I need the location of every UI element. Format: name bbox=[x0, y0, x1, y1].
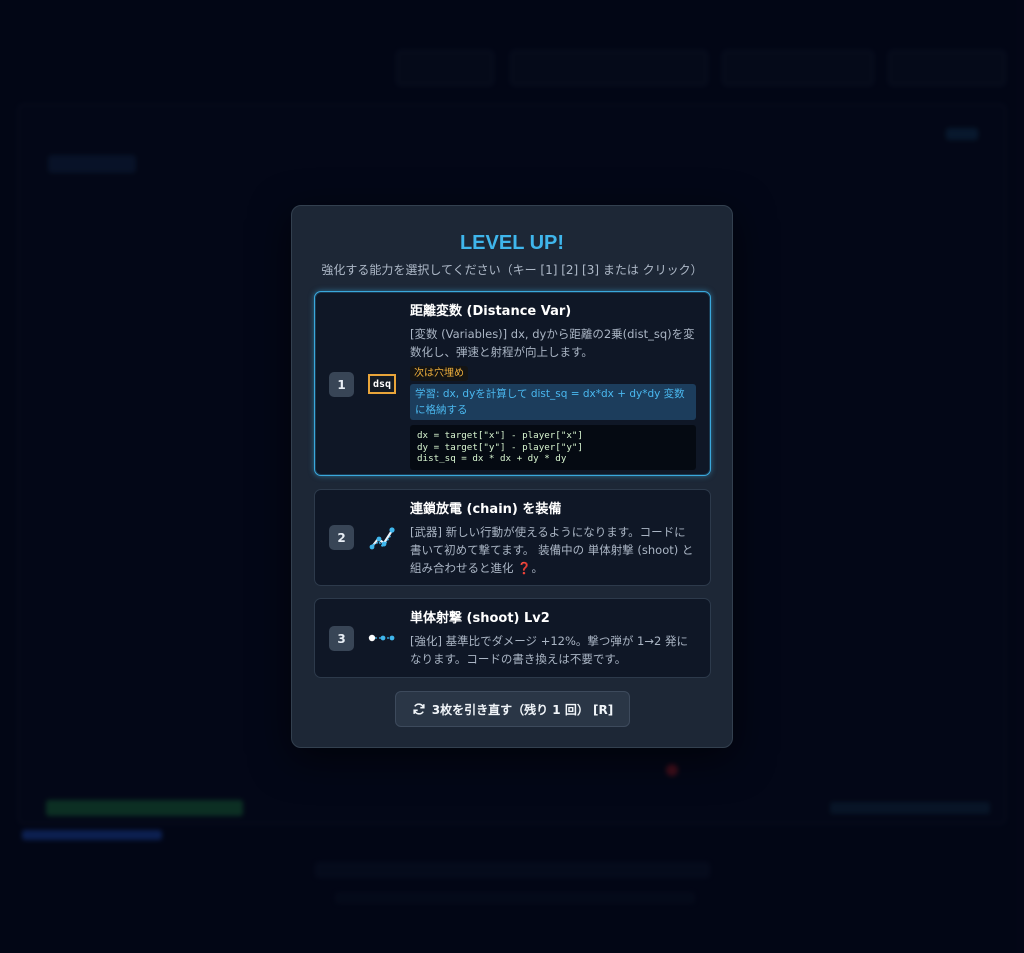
chain-lightning-icon bbox=[367, 523, 397, 553]
modal-title: LEVEL UP! bbox=[459, 232, 565, 254]
card-body: 連鎖放電 (chain) を装備 [武器] 新しい行動が使えるようになります。コ… bbox=[410, 501, 696, 577]
next-fill-in-tag: 次は穴埋め bbox=[410, 366, 468, 381]
upgrade-card-2[interactable]: 2 連鎖放電 (chain) を装備 [武器] 新しい行動が使えるようになります… bbox=[314, 489, 711, 586]
card-description: [変数 (Variables)] dx, dyから距離の2乗(dist_sq)を… bbox=[410, 327, 695, 359]
card-title: 単体射撃 (shoot) Lv2 bbox=[410, 611, 550, 626]
shoot-bullet-icon bbox=[367, 627, 397, 649]
dsq-badge-label: dsq bbox=[368, 374, 396, 394]
question-mark-icon: ❓ bbox=[517, 561, 532, 575]
card-description: [武器] 新しい行動が使えるようになります。コードに書いて初めて撃てます。 装備… bbox=[410, 523, 696, 577]
card-body: 距離変数 (Distance Var) [変数 (Variables)] dx,… bbox=[410, 303, 696, 470]
card-title: 距離変数 (Distance Var) bbox=[410, 304, 572, 319]
card-description: [強化] 基準比でダメージ +12%。撃つ弾が 1→2 発になります。コードの書… bbox=[410, 634, 688, 666]
card-body: 単体射撃 (shoot) Lv2 [強化] 基準比でダメージ +12%。撃つ弾が… bbox=[410, 610, 696, 668]
reroll-button[interactable]: 3枚を引き直す（残り 1 回） [R] bbox=[395, 691, 630, 727]
dsq-variable-icon: dsq bbox=[367, 373, 397, 395]
card-number-badge: 2 bbox=[329, 525, 354, 550]
upgrade-card-3[interactable]: 3 単体射撃 (shoot) Lv2 [強化] 基準比でダメージ +12%。撃つ… bbox=[314, 598, 711, 678]
reroll-label: 3枚を引き直す（残り 1 回） [R] bbox=[431, 702, 614, 717]
modal-subtitle: 強化する能力を選択してください（キー [1] [2] [3] または クリック） bbox=[321, 263, 703, 277]
card-description-text: [武器] 新しい行動が使えるようになります。コードに書いて初めて撃てます。 装備… bbox=[410, 525, 694, 575]
level-up-modal: LEVEL UP! 強化する能力を選択してください（キー [1] [2] [3]… bbox=[291, 205, 733, 748]
code-snippet: dx = target["x"] - player["x"] dy = targ… bbox=[410, 425, 696, 470]
refresh-icon bbox=[412, 702, 426, 716]
card-number-badge: 3 bbox=[329, 626, 354, 651]
card-title: 連鎖放電 (chain) を装備 bbox=[410, 502, 562, 517]
card-description-end: 。 bbox=[531, 561, 543, 575]
learning-hint: 学習: dx, dyを計算して dist_sq = dx*dx + dy*dy … bbox=[410, 384, 696, 420]
card-number-badge: 1 bbox=[329, 372, 354, 397]
upgrade-card-1[interactable]: 1 dsq 距離変数 (Distance Var) [変数 (Variables… bbox=[314, 291, 711, 476]
